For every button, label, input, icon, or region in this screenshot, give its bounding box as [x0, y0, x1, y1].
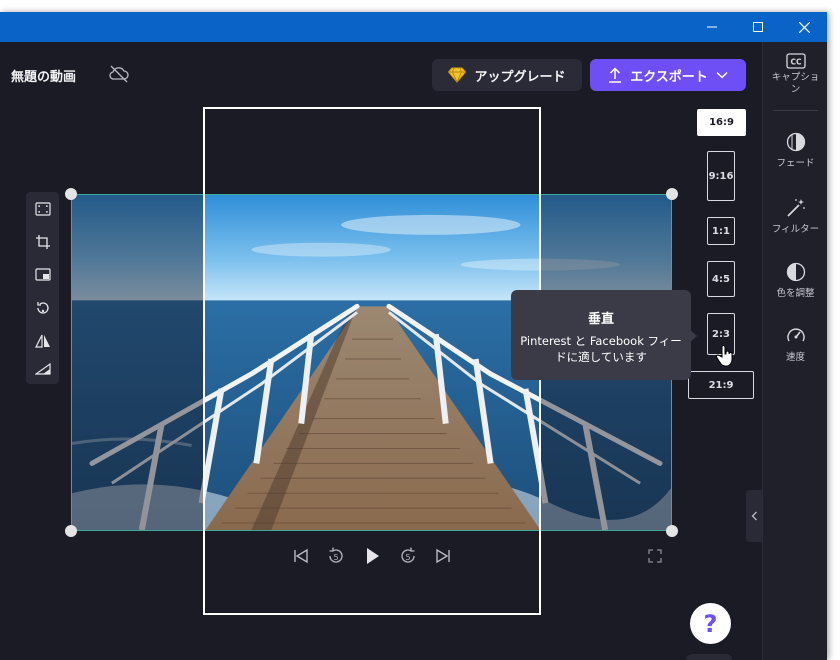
svg-text:CC: CC [790, 58, 802, 67]
upgrade-button[interactable]: アップグレード [432, 59, 582, 91]
tooltip-title: 垂直 [587, 312, 614, 327]
rewind-5-icon[interactable]: 5 [326, 546, 346, 566]
export-button[interactable]: エクスポート [590, 59, 746, 91]
sidebar-item-label: キャプション [771, 72, 820, 95]
rotate-button[interactable] [26, 293, 59, 323]
sidebar-item-captions[interactable]: CC キャプション [763, 53, 828, 96]
maximize-button[interactable] [735, 12, 781, 42]
upload-icon [609, 67, 622, 83]
opacity-button[interactable] [26, 354, 59, 384]
ratio-16-9[interactable]: 16:9 [697, 109, 746, 136]
chevron-left-icon [751, 511, 757, 521]
hand-cursor-icon [716, 345, 733, 367]
ratio-1-1[interactable]: 1:1 [707, 217, 735, 245]
svg-text:5: 5 [405, 553, 410, 562]
editor-main: 無題の動画 アップグレード エクスポート 16:9 9:16 1:1 4:5 2… [0, 42, 762, 660]
sidebar-item-label: 色を調整 [776, 288, 815, 299]
fit-button[interactable] [26, 194, 59, 224]
diamond-icon [448, 67, 467, 83]
playback-controls: 5 5 [286, 545, 458, 567]
sidebar-item-filters[interactable]: フィルター [763, 198, 828, 235]
opacity-icon [34, 362, 51, 375]
sidebar-item-label: フェード [776, 158, 815, 169]
tooltip-arrow [689, 329, 697, 343]
help-button[interactable]: ? [690, 603, 731, 644]
project-title[interactable]: 無題の動画 [11, 66, 76, 85]
resize-handle-top-left[interactable] [65, 188, 77, 200]
upgrade-label: アップグレード [474, 69, 566, 85]
minimize-icon [707, 26, 717, 28]
resize-handle-bottom-left[interactable] [65, 525, 77, 537]
fullscreen-icon[interactable] [648, 549, 662, 563]
resize-handle-bottom-right[interactable] [666, 525, 678, 537]
crop-dim-left [72, 195, 204, 530]
chevron-down-icon [716, 71, 728, 79]
resize-handle-top-right[interactable] [666, 188, 678, 200]
magic-wand-icon [786, 199, 805, 217]
contrast-icon [786, 262, 805, 282]
collapse-panel-button[interactable] [746, 490, 762, 542]
ratio-9-16[interactable]: 9:16 [707, 151, 735, 201]
skip-to-start-icon[interactable] [292, 548, 310, 564]
flip-button[interactable] [26, 326, 59, 356]
pip-button[interactable] [26, 260, 59, 290]
sidebar-item-label: フィルター [771, 224, 820, 235]
sidebar-divider [773, 110, 818, 111]
ratio-tooltip: 垂直 Pinterest と Facebook フィードに適しています [511, 290, 691, 380]
properties-sidebar: CC キャプション フェード フィルター 色を調整 速度 [762, 42, 827, 660]
sidebar-item-fade[interactable]: フェード [763, 132, 828, 169]
sidebar-item-speed[interactable]: 速度 [763, 326, 828, 363]
ratio-4-5[interactable]: 4:5 [707, 261, 735, 297]
skip-to-end-icon[interactable] [434, 548, 452, 564]
maximize-icon [753, 22, 763, 32]
canvas-toolbar [26, 192, 59, 384]
speedometer-icon [786, 328, 805, 342]
cc-icon: CC [785, 53, 806, 69]
title-bar [0, 12, 827, 42]
timeline-toggle-tab[interactable] [686, 654, 732, 660]
forward-5-icon[interactable]: 5 [398, 546, 418, 566]
close-button[interactable] [781, 12, 827, 42]
sidebar-item-label: 速度 [785, 352, 805, 363]
fit-screen-icon [34, 202, 51, 216]
svg-text:5: 5 [333, 553, 338, 562]
flip-horizontal-icon [34, 334, 50, 348]
picture-in-picture-icon [34, 268, 51, 281]
fade-icon [786, 132, 805, 152]
cloud-off-icon[interactable] [108, 64, 130, 84]
ratio-21-9[interactable]: 21:9 [688, 371, 754, 399]
crop-button[interactable] [26, 227, 59, 257]
crop-icon [35, 235, 50, 249]
close-icon [798, 21, 810, 33]
export-label: エクスポート [630, 69, 708, 85]
app-window: 無題の動画 アップグレード エクスポート 16:9 9:16 1:1 4:5 2… [0, 12, 827, 660]
sidebar-item-color-adjust[interactable]: 色を調整 [763, 262, 828, 299]
rotate-icon [36, 302, 49, 314]
tooltip-body: Pinterest と Facebook フィードに適しています [520, 334, 682, 364]
minimize-button[interactable] [689, 12, 735, 42]
play-icon[interactable] [362, 546, 382, 566]
